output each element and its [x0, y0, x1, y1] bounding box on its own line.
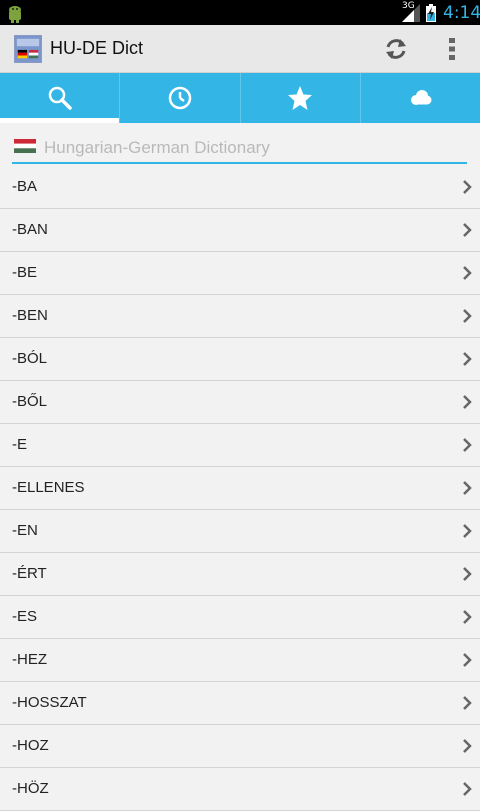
tab-cloud[interactable]: [361, 73, 480, 123]
word-label: -BAN: [12, 221, 48, 238]
cloud-icon: [411, 90, 432, 105]
word-list: -BA -BAN -BE -BEN -BÓL -BŐL -E -ELLENES -EN -ÉRT -…: [0, 166, 480, 811]
chevron-right-icon: [463, 266, 472, 280]
chevron-right-icon: [463, 223, 472, 237]
clock-time: 4:14: [443, 3, 480, 23]
word-label: -BE: [12, 264, 38, 281]
word-label: -ELLENES: [12, 479, 85, 496]
list-item[interactable]: -HÖZ: [0, 768, 480, 811]
battery-charging-icon: [426, 4, 436, 22]
word-label: -BA: [12, 178, 38, 195]
overflow-menu-icon: [449, 38, 455, 60]
list-item[interactable]: -ÉRT: [0, 553, 480, 596]
refresh-icon: [386, 39, 406, 59]
list-item[interactable]: -ELLENES: [0, 467, 480, 510]
list-item[interactable]: -E: [0, 424, 480, 467]
word-label: -ES: [12, 608, 38, 625]
word-label: -HÖZ: [12, 780, 49, 797]
word-label: -BÓL: [12, 350, 48, 367]
list-item[interactable]: -HOZ: [0, 725, 480, 768]
chevron-right-icon: [463, 481, 472, 495]
chevron-right-icon: [463, 739, 472, 753]
list-item[interactable]: -HOSSZAT: [0, 682, 480, 725]
hungary-flag-icon: [14, 139, 36, 153]
refresh-button[interactable]: [378, 31, 414, 67]
list-item[interactable]: -ES: [0, 596, 480, 639]
chevron-right-icon: [463, 524, 472, 538]
list-item[interactable]: -HEZ: [0, 639, 480, 682]
list-item[interactable]: -BÓL: [0, 338, 480, 381]
list-item[interactable]: -BE: [0, 252, 480, 295]
tab-favorites[interactable]: [241, 73, 361, 123]
chevron-right-icon: [463, 653, 472, 667]
list-item[interactable]: -BAN: [0, 209, 480, 252]
overflow-menu-button[interactable]: [440, 31, 464, 67]
chevron-right-icon: [463, 696, 472, 710]
list-item[interactable]: -BŐL: [0, 381, 480, 424]
search-box[interactable]: [12, 136, 467, 164]
clock-icon: [168, 86, 192, 110]
android-icon: [9, 6, 21, 23]
signal-icon: [402, 4, 420, 22]
chevron-right-icon: [463, 180, 472, 194]
list-item[interactable]: -BA: [0, 166, 480, 209]
action-bar: HU-DE Dict: [0, 25, 480, 73]
app-title: HU-DE Dict: [50, 38, 143, 58]
app-icon[interactable]: [14, 35, 42, 63]
status-bar: 3G 4:14: [0, 0, 480, 25]
word-label: -EN: [12, 522, 38, 539]
chevron-right-icon: [463, 352, 472, 366]
tab-bar: [0, 73, 480, 123]
search-input[interactable]: [44, 136, 464, 160]
word-label: -HOSSZAT: [12, 694, 87, 711]
list-item[interactable]: -EN: [0, 510, 480, 553]
chevron-right-icon: [463, 610, 472, 624]
chevron-right-icon: [463, 438, 472, 452]
word-label: -BEN: [12, 307, 48, 324]
word-label: -HOZ: [12, 737, 49, 754]
tab-search[interactable]: [0, 73, 121, 123]
chevron-right-icon: [463, 309, 472, 323]
tab-history[interactable]: [120, 73, 241, 123]
search-icon: [48, 86, 72, 110]
word-label: -ÉRT: [12, 565, 47, 582]
word-label: -HEZ: [12, 651, 47, 668]
chevron-right-icon: [463, 782, 472, 796]
word-label: -BŐL: [12, 393, 48, 410]
star-icon: [288, 86, 313, 110]
word-label: -E: [12, 436, 27, 453]
chevron-right-icon: [463, 395, 472, 409]
list-item[interactable]: -BEN: [0, 295, 480, 338]
chevron-right-icon: [463, 567, 472, 581]
